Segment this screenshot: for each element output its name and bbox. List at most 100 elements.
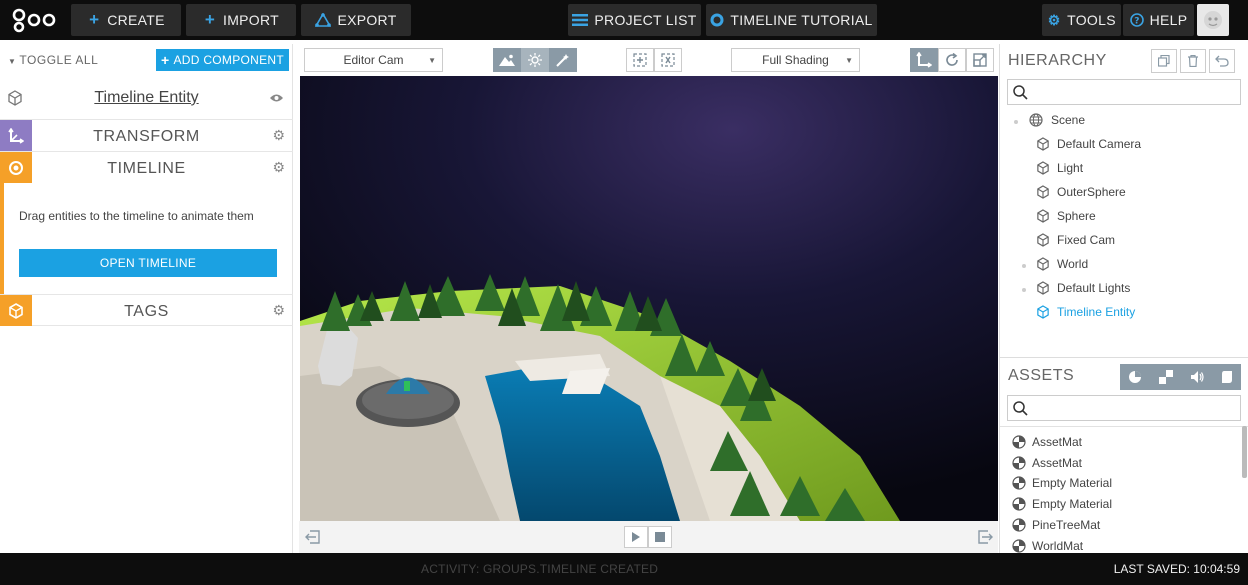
create-button[interactable]: + CREATE — [71, 4, 181, 36]
asset-label: Empty Material — [1032, 476, 1113, 490]
assets-divider — [1000, 357, 1248, 358]
entity-name[interactable]: Timeline Entity — [0, 89, 293, 107]
gear-icon[interactable]: ⚙ — [272, 302, 285, 319]
import-button[interactable]: + IMPORT — [186, 4, 296, 36]
collapse-right-icon[interactable] — [977, 530, 993, 544]
project-list-button[interactable]: PROJECT LIST — [568, 4, 701, 36]
tree-item[interactable]: Sphere — [1037, 209, 1096, 223]
tree-item[interactable]: Fixed Cam — [1037, 233, 1115, 247]
gear-icon[interactable]: ⚙ — [272, 127, 285, 144]
hierarchy-title: HIERARCHY — [1008, 52, 1107, 69]
scale-tool-button[interactable] — [966, 48, 994, 72]
texture-icon[interactable] — [1159, 370, 1174, 384]
tree-expander[interactable] — [1022, 288, 1026, 292]
asset-list-item[interactable]: PineTreeMat — [1012, 518, 1100, 532]
tags-component-header[interactable]: TAGS ⚙ — [0, 294, 293, 326]
transform-component-header[interactable]: TRANSFORM ⚙ — [0, 120, 293, 152]
open-timeline-button[interactable]: OPEN TIMELINE — [19, 249, 277, 277]
tree-item[interactable]: OuterSphere — [1037, 185, 1126, 199]
project-circle-icon — [710, 13, 724, 27]
shading-select[interactable]: Full Shading ▼ — [731, 48, 860, 72]
tree-item[interactable]: Default Camera — [1037, 137, 1141, 151]
camera-select[interactable]: Editor Cam ▼ — [304, 48, 443, 72]
share-icon — [315, 13, 332, 27]
material-icon — [1012, 476, 1026, 490]
avatar-icon — [1204, 11, 1222, 29]
assets-search-input[interactable] — [1007, 395, 1241, 421]
asset-label: WorldMat — [1032, 539, 1084, 553]
fit-view-button[interactable] — [654, 48, 682, 72]
undo-button[interactable] — [1209, 49, 1235, 73]
gear-icon: ⚙ — [1047, 12, 1061, 28]
tree-item-scene[interactable]: Scene — [1029, 113, 1085, 127]
inspector-panel: ▼ TOGGLE ALL + ADD COMPONENT Timeline Ent… — [0, 44, 293, 553]
stop-button[interactable] — [648, 526, 672, 548]
focus-selection-button[interactable] — [626, 48, 654, 72]
export-button[interactable]: EXPORT — [301, 4, 411, 36]
sound-icon[interactable] — [1190, 370, 1204, 384]
caret-down-icon: ▼ — [8, 57, 17, 66]
focus-icon — [633, 53, 647, 67]
material-icon[interactable] — [1128, 370, 1142, 384]
help-button[interactable]: ? HELP — [1123, 4, 1194, 36]
stop-icon — [655, 532, 665, 542]
goo-logo-icon[interactable] — [10, 6, 58, 34]
list-icon — [572, 14, 589, 26]
material-icon — [1012, 497, 1026, 511]
tree-item[interactable]: Timeline Entity — [1037, 305, 1135, 319]
timeline-component-header[interactable]: TIMELINE ⚙ — [0, 152, 293, 183]
rotate-tool-button[interactable] — [938, 48, 966, 72]
light-toggle-button[interactable] — [521, 48, 549, 72]
entity-cube-icon — [1037, 305, 1049, 319]
plus-icon: + — [204, 10, 216, 29]
entity-cube-icon — [1037, 137, 1049, 151]
asset-list-item[interactable]: AssetMat — [1012, 456, 1082, 470]
asset-list-item[interactable]: Empty Material — [1012, 476, 1112, 490]
gear-icon[interactable]: ⚙ — [272, 159, 285, 176]
caret-down-icon: ▼ — [428, 55, 436, 65]
tools-button[interactable]: ⚙ TOOLS — [1042, 4, 1121, 36]
tree-item[interactable]: World — [1037, 257, 1088, 271]
eye-icon[interactable] — [269, 93, 284, 103]
timeline-tutorial-button[interactable]: TIMELINE TUTORIAL — [706, 4, 877, 36]
assets-title: ASSETS — [1008, 367, 1075, 384]
duplicate-button[interactable] — [1151, 49, 1177, 73]
user-avatar[interactable] — [1197, 4, 1229, 36]
asset-type-filter — [1120, 364, 1241, 390]
material-icon — [1012, 518, 1026, 532]
timeline-hint: Drag entities to the timeline to animate… — [19, 209, 254, 223]
toggle-all-button[interactable]: ▼ TOGGLE ALL — [8, 53, 98, 67]
tree-item-label: Default Camera — [1057, 137, 1142, 151]
collapse-left-icon[interactable] — [305, 530, 321, 544]
search-icon — [1013, 401, 1028, 416]
fit-icon — [661, 53, 675, 67]
viewport-toolbar: Editor Cam ▼ Full Shading ▼ — [299, 44, 998, 76]
tree-expander[interactable] — [1014, 120, 1018, 124]
asset-list-item[interactable]: AssetMat — [1012, 435, 1082, 449]
translate-tool-button[interactable] — [910, 48, 938, 72]
right-panel: HIERARCHY Scene Default Camera Light Out… — [999, 44, 1248, 553]
effects-button[interactable] — [549, 48, 577, 72]
tree-expander[interactable] — [1022, 264, 1026, 268]
add-component-button[interactable]: + ADD COMPONENT — [156, 49, 289, 71]
assets-list-divider — [1000, 426, 1248, 427]
undo-icon — [1215, 55, 1229, 67]
play-button[interactable] — [624, 526, 648, 548]
transform-title: TRANSFORM — [93, 128, 200, 145]
tree-item[interactable]: Default Lights — [1037, 281, 1130, 295]
grid-landscape-button[interactable] — [493, 48, 521, 72]
scene-viewport[interactable] — [300, 76, 998, 521]
plus-icon: + — [89, 10, 100, 29]
last-saved-time: LAST SAVED: 10:04:59 — [1113, 562, 1240, 576]
delete-button[interactable] — [1180, 49, 1206, 73]
hierarchy-search-input[interactable] — [1007, 79, 1241, 105]
entity-header: Timeline Entity — [0, 76, 293, 120]
asset-list-scrollbar[interactable] — [1242, 426, 1247, 478]
asset-list-item[interactable]: Empty Material — [1012, 497, 1112, 511]
material-icon — [1012, 456, 1026, 470]
script-icon[interactable] — [1221, 370, 1233, 384]
top-bar: + CREATE + IMPORT EXPORT PROJECT LIST TI… — [0, 0, 1248, 40]
caret-down-icon: ▼ — [845, 55, 853, 65]
tree-item[interactable]: Light — [1037, 161, 1083, 175]
asset-list-item[interactable]: WorldMat — [1012, 539, 1083, 553]
